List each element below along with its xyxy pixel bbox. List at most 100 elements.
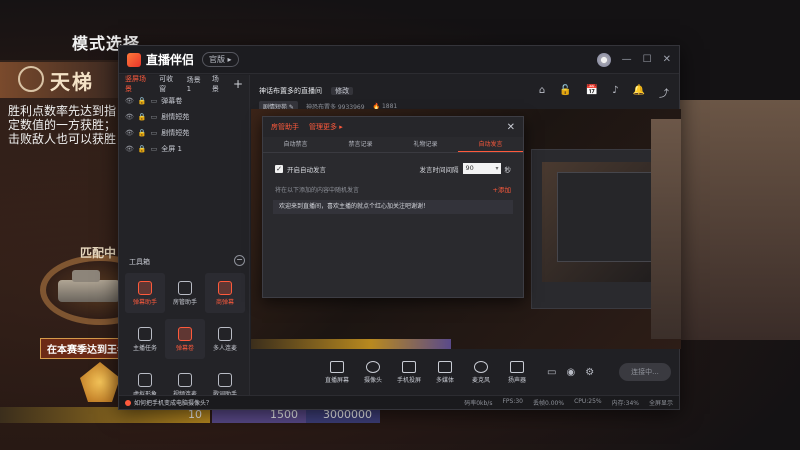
- speaker-icon: [510, 360, 524, 373]
- go-live-button[interactable]: 连接中...: [619, 363, 671, 381]
- room-admin-icon: [178, 280, 192, 295]
- auto-speak-checkbox[interactable]: ✓: [275, 164, 283, 173]
- dialog-close-icon[interactable]: ✕: [507, 122, 515, 133]
- scene-tabs: 竖屏场景 可收窗 场景1 场景 +: [119, 75, 249, 93]
- source-item[interactable]: 👁 🔒 ▭ 全屏 1: [119, 141, 249, 157]
- rank-name: 天梯: [50, 70, 94, 94]
- tip-text: 如何把手机变成电脑摄像头？: [134, 400, 213, 407]
- tool-label: 房管助手: [172, 298, 197, 306]
- unlock-icon[interactable]: 🔓: [559, 85, 571, 100]
- tool-label: 商弹幕: [215, 298, 234, 306]
- source-label: 全屏 1: [161, 145, 182, 153]
- dialog-header: 房管助手 管理更多 ▸ ✕: [263, 117, 523, 137]
- lock-icon[interactable]: 🔒: [138, 145, 147, 153]
- tool-streamer-task[interactable]: 主播任务: [125, 319, 165, 359]
- room-admin-dialog: 房管助手 管理更多 ▸ ✕ 自动禁言 禁言记录 礼物记录 自动发言 ✓ 开启自动…: [262, 116, 524, 298]
- minimize-button[interactable]: —: [622, 54, 632, 65]
- eye-icon[interactable]: 👁: [125, 97, 134, 105]
- media-button[interactable]: 多媒体: [427, 360, 463, 384]
- phone-cast-icon: [402, 360, 416, 373]
- preview-side-strip: [651, 119, 681, 339]
- tab-auto-mute[interactable]: 自动禁言: [263, 137, 328, 152]
- tip-link[interactable]: 如何把手机变成电脑摄像头？: [125, 398, 212, 407]
- eye-icon[interactable]: 👁: [125, 113, 134, 121]
- lock-icon[interactable]: 🔒: [138, 113, 147, 121]
- tab-auto-speak[interactable]: 自动发言: [458, 137, 523, 152]
- dialog-tabs: 自动禁言 禁言记录 礼物记录 自动发言: [263, 137, 523, 153]
- scene-sidebar: 竖屏场景 可收窗 场景1 场景 + 👁 🔒 ▭ 弹幕卷 👁 🔒 ▭ 剧情短苑 👁…: [119, 75, 250, 398]
- tab-scene-vertical[interactable]: 竖屏场景: [125, 74, 151, 94]
- tool-danmu-scroll[interactable]: 弹幕卷: [165, 319, 205, 359]
- camera-button[interactable]: 摄像头: [355, 360, 391, 384]
- maximize-button[interactable]: ☐: [643, 54, 652, 65]
- fullscreen-toggle[interactable]: 全屏显示: [649, 398, 673, 407]
- source-type-icon: ▭: [150, 97, 158, 105]
- multi-mic-icon: [218, 326, 232, 341]
- eye-icon[interactable]: 👁: [125, 145, 134, 153]
- lock-icon[interactable]: 🔒: [138, 97, 147, 105]
- music-icon[interactable]: ♪: [612, 85, 618, 100]
- shop-danmu-icon: [218, 280, 232, 295]
- source-item[interactable]: 👁 🔒 ▭ 剧情短苑: [119, 109, 249, 125]
- microphone-icon: [474, 360, 488, 373]
- play-icon: [438, 360, 452, 373]
- add-scene-button[interactable]: +: [233, 77, 243, 91]
- source-type-icon: ▭: [150, 145, 158, 153]
- room-title: 神话布置多的直播间: [259, 87, 322, 95]
- manage-more-link[interactable]: 管理更多 ▸: [309, 122, 343, 132]
- cpu-stat: CPU:25%: [574, 398, 602, 405]
- source-type-icon: ▭: [150, 113, 158, 121]
- record-icon[interactable]: ▭: [547, 367, 556, 378]
- tab-scene-window[interactable]: 可收窗: [159, 74, 179, 94]
- interval-select[interactable]: 90: [462, 163, 501, 174]
- room-header: 神话布置多的直播间 修改 剧情短苑 ✎ 神恐布置多 9933969 🔥 1881…: [251, 75, 679, 112]
- version-pill[interactable]: 官版 ▸: [202, 52, 239, 67]
- title-bar: 直播伴侣 官版 ▸ — ☐ ✕: [119, 46, 679, 74]
- source-label: 剧情短苑: [161, 129, 190, 137]
- source-item[interactable]: 👁 🔒 ▭ 剧情短苑: [119, 125, 249, 141]
- dropped-frames-stat: 丢帧0.00%: [533, 400, 565, 407]
- button-label: 扬声器: [507, 376, 526, 384]
- tab-scene-1[interactable]: 场景1: [187, 75, 204, 93]
- microphone-button[interactable]: 麦克风: [463, 360, 499, 384]
- phone-cast-button[interactable]: 手机投屏: [391, 360, 427, 384]
- user-avatar[interactable]: [596, 52, 611, 67]
- toolbox-grid: 弹幕助手 房管助手 商弹幕 主播任务 弹幕卷 多人连麦 虚拟形象 视频连麦 歌词…: [125, 273, 247, 405]
- add-message-button[interactable]: +添加: [493, 184, 511, 194]
- virtual-avatar-icon: [138, 372, 152, 387]
- close-button[interactable]: ✕: [663, 54, 671, 65]
- calendar-icon[interactable]: 📅: [586, 85, 598, 100]
- home-icon[interactable]: ⌂: [539, 85, 545, 100]
- share-icon[interactable]: ⤴: [659, 85, 669, 100]
- tab-scene[interactable]: 场景: [212, 74, 225, 94]
- mode-description: 胜利点数率先达到指定数值的一方获胜；击败敌人也可以获胜: [8, 104, 117, 146]
- random-speak-hint: 将在以下添加的内容中随机发言: [275, 186, 360, 194]
- edit-title-button[interactable]: 修改: [331, 87, 354, 95]
- info-dot-icon: [125, 399, 131, 406]
- button-label: 多媒体: [435, 376, 454, 384]
- screen-capture-button[interactable]: 直播屏幕: [319, 360, 355, 384]
- source-label: 弹幕卷: [161, 97, 183, 105]
- speaker-button[interactable]: 扬声器: [499, 360, 535, 384]
- lock-icon[interactable]: 🔒: [138, 129, 147, 137]
- tool-danmu-assistant[interactable]: 弹幕助手: [125, 273, 165, 313]
- button-label: 摄像头: [363, 376, 382, 384]
- app-name: 直播伴侣: [146, 53, 195, 67]
- source-label: 剧情短苑: [161, 113, 190, 121]
- eye-icon[interactable]: 👁: [125, 129, 134, 137]
- rank-logo-icon: [18, 66, 44, 92]
- bell-icon[interactable]: 🔔: [633, 85, 645, 100]
- tool-room-admin[interactable]: 房管助手: [165, 273, 205, 313]
- message-item[interactable]: 欢迎来到直播间，喜欢主播的就点个红心加关注吧谢谢！: [273, 200, 513, 214]
- source-item[interactable]: 👁 🔒 ▭ 弹幕卷: [119, 93, 249, 109]
- record-dot-icon[interactable]: ◉: [566, 367, 575, 378]
- settings-icon[interactable]: ⚙: [585, 367, 594, 378]
- tool-shop-danmu[interactable]: 商弹幕: [205, 273, 245, 313]
- collapse-toolbox-button[interactable]: −: [234, 255, 245, 266]
- tab-mute-records[interactable]: 禁言记录: [328, 137, 393, 152]
- app-logo-icon: [127, 52, 141, 67]
- tab-gift-records[interactable]: 礼物记录: [393, 137, 458, 152]
- dialog-title[interactable]: 房管助手: [271, 122, 299, 132]
- tool-multi-mic[interactable]: 多人连麦: [205, 319, 245, 359]
- background-deco: [660, 100, 800, 340]
